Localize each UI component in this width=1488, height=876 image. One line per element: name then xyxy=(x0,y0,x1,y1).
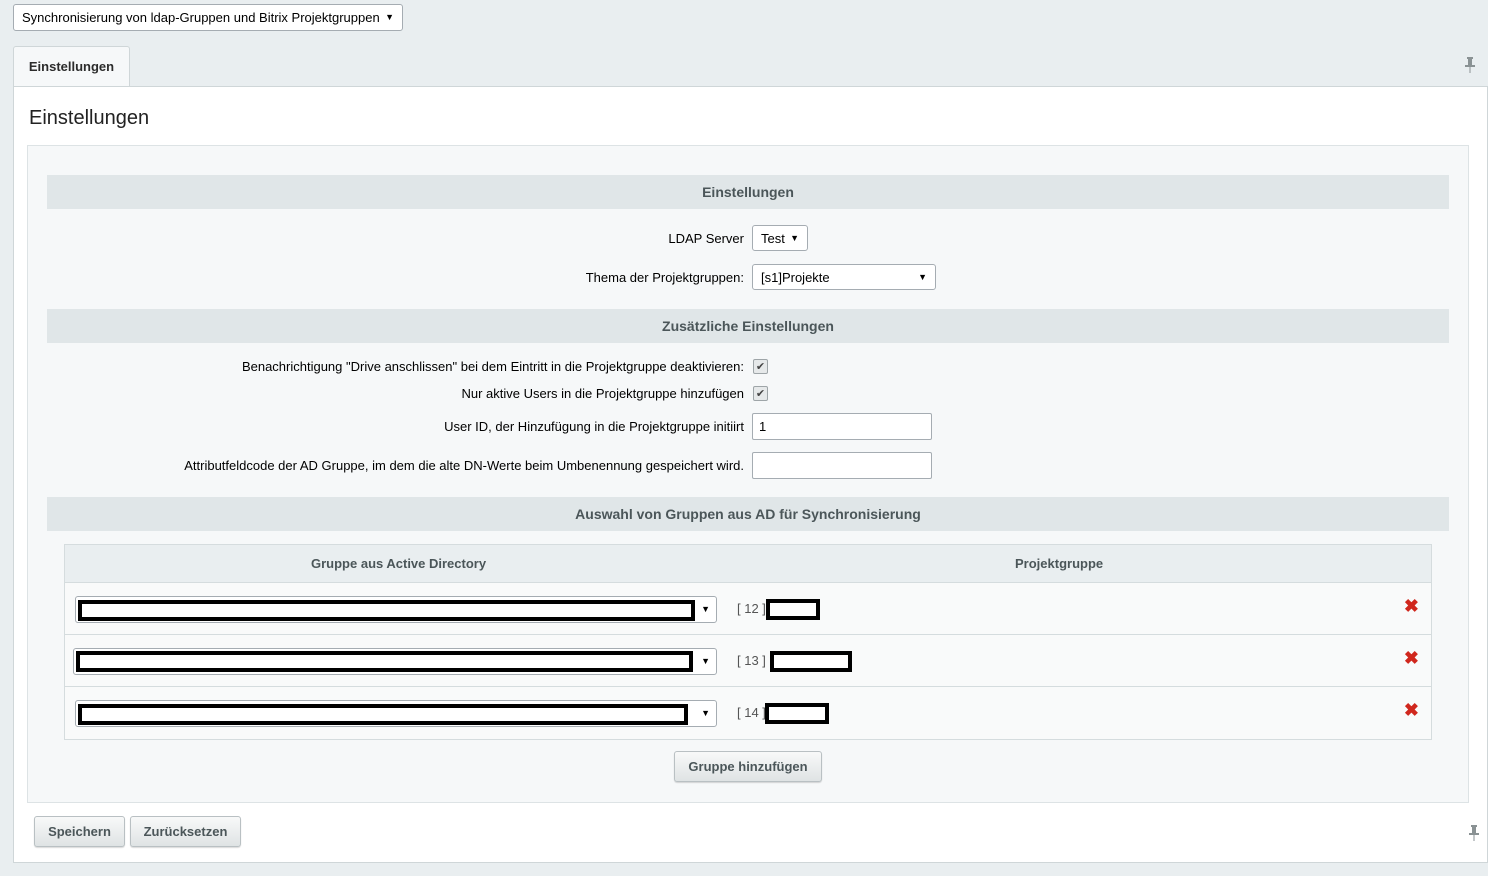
section-header-additional: Zusätzliche Einstellungen xyxy=(47,309,1449,343)
column-header-project-group: Projektgruppe xyxy=(1015,556,1104,571)
column-header-ad-group: Gruppe aus Active Directory xyxy=(311,556,487,571)
ad-group-select[interactable]: ▼ xyxy=(75,700,717,727)
ldap-server-value: Test xyxy=(761,230,785,246)
ad-group-select[interactable]: ▼ xyxy=(75,596,717,623)
redacted-project-group xyxy=(765,703,829,724)
only-active-checkbox[interactable]: ✔ xyxy=(753,386,768,401)
theme-value: [s1]Projekte xyxy=(761,269,830,285)
pin-icon[interactable] xyxy=(1469,825,1479,844)
user-id-value: 1 xyxy=(759,419,767,434)
ad-group-select[interactable]: ▼ xyxy=(73,648,717,675)
delete-icon[interactable]: ✖ xyxy=(1404,649,1419,667)
settings-form: Einstellungen LDAP Server Test ▼ Thema d… xyxy=(27,145,1469,803)
tab-einstellungen[interactable]: Einstellungen xyxy=(13,46,130,86)
settings-panel: Einstellungen Einstellungen LDAP Server … xyxy=(13,86,1488,863)
table-row: ▼ [ 12 ] ✖ xyxy=(65,583,1431,635)
section-header-groups: Auswahl von Gruppen aus AD für Synchroni… xyxy=(47,497,1449,531)
project-group-id: [ 12 ] xyxy=(737,601,766,616)
ldap-server-select[interactable]: Test ▼ xyxy=(752,225,808,251)
page-title: Einstellungen xyxy=(29,107,150,129)
user-id-label: User ID, der Hinzufügung in die Projektg… xyxy=(444,419,744,434)
chevron-down-icon: ▼ xyxy=(918,271,927,282)
user-id-input[interactable]: 1 xyxy=(752,413,932,440)
check-icon: ✔ xyxy=(755,388,766,400)
notify-drive-label: Benachrichtigung "Drive anschlissen" bei… xyxy=(241,359,744,374)
delete-icon[interactable]: ✖ xyxy=(1404,597,1419,615)
chevron-down-icon: ▼ xyxy=(701,604,710,614)
only-active-label: Nur aktive Users in die Projektgruppe hi… xyxy=(461,386,744,401)
add-group-button[interactable]: Gruppe hinzufügen xyxy=(674,751,822,782)
project-group-id: [ 14 ] xyxy=(737,705,766,720)
table-header: Gruppe aus Active Directory Projektgrupp… xyxy=(65,545,1431,583)
pin-icon[interactable] xyxy=(1465,57,1475,76)
redacted-project-group xyxy=(770,651,852,672)
attr-code-input[interactable] xyxy=(752,452,932,479)
ldap-server-label: LDAP Server xyxy=(668,231,744,246)
module-select[interactable]: Synchronisierung von ldap-Gruppen und Bi… xyxy=(13,4,403,31)
redacted-value xyxy=(78,704,688,725)
check-icon: ✔ xyxy=(755,361,766,373)
save-button[interactable]: Speichern xyxy=(34,816,125,847)
redacted-value xyxy=(78,600,695,621)
theme-label: Thema der Projektgruppen: xyxy=(585,270,744,285)
table-row: ▼ [ 14 ] ✖ xyxy=(65,687,1431,739)
notify-drive-checkbox[interactable]: ✔ xyxy=(753,359,768,374)
tab-strip: Einstellungen xyxy=(13,46,1488,86)
chevron-down-icon: ▼ xyxy=(701,708,710,718)
module-select-value: Synchronisierung von ldap-Gruppen und Bi… xyxy=(22,10,380,25)
project-group-id: [ 13 ] xyxy=(737,653,766,668)
attr-code-label: Attributfeldcode der AD Gruppe, im dem d… xyxy=(184,458,744,473)
table-row: ▼ [ 13 ] ✖ xyxy=(65,635,1431,687)
redacted-project-group xyxy=(766,599,820,620)
chevron-down-icon: ▼ xyxy=(385,12,394,22)
section-header-settings: Einstellungen xyxy=(47,175,1449,209)
chevron-down-icon: ▼ xyxy=(790,232,799,243)
tab-label: Einstellungen xyxy=(28,59,115,74)
redacted-value xyxy=(76,651,693,672)
group-mapping-table: Gruppe aus Active Directory Projektgrupp… xyxy=(64,544,1432,740)
delete-icon[interactable]: ✖ xyxy=(1404,701,1419,719)
reset-button[interactable]: Zurücksetzen xyxy=(130,816,241,847)
chevron-down-icon: ▼ xyxy=(701,656,710,666)
theme-select[interactable]: [s1]Projekte ▼ xyxy=(752,264,936,290)
